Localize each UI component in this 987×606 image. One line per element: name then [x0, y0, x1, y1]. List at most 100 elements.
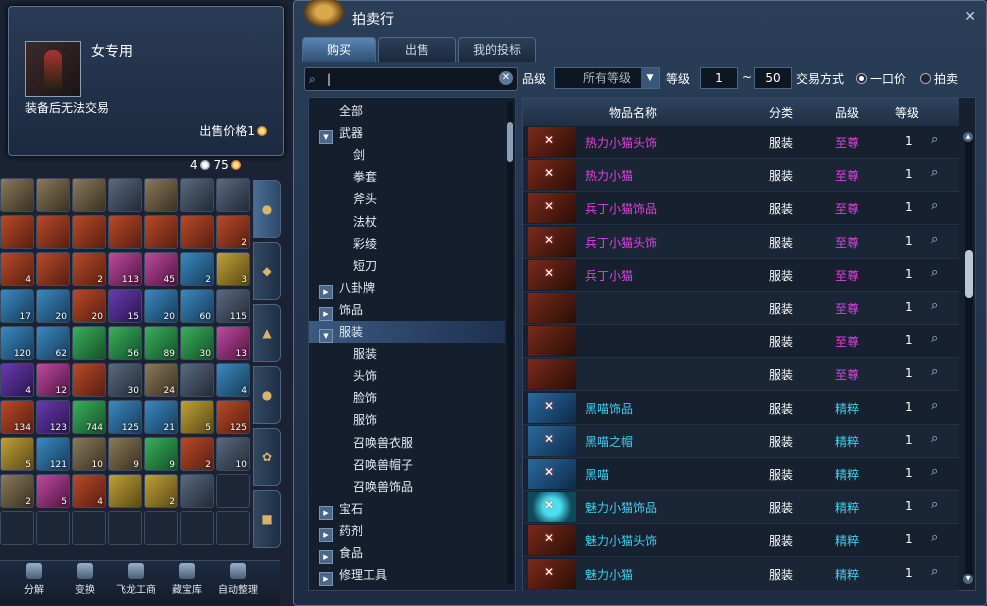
scrollbar-thumb[interactable]: [507, 122, 513, 162]
inventory-slot[interactable]: 744: [72, 400, 106, 434]
table-row[interactable]: 兵丁小猫 服装 至尊 1 ⌕: [523, 258, 959, 292]
table-row[interactable]: 黑喵 服装 精粹 1 ⌕: [523, 458, 959, 491]
bag-tab[interactable]: ●: [253, 180, 281, 238]
inventory-slot[interactable]: 2: [144, 474, 178, 508]
expand-icon[interactable]: ▶: [319, 306, 333, 321]
tree-item[interactable]: 召唤兽帽子: [309, 454, 505, 476]
inventory-slot[interactable]: 134: [0, 400, 34, 434]
inventory-slot-empty[interactable]: [144, 511, 178, 545]
expand-icon[interactable]: ▶: [319, 527, 333, 542]
inventory-slot[interactable]: 2: [0, 474, 34, 508]
table-row[interactable]: 服装 至尊 1 ⌕: [523, 325, 959, 359]
level-min-input[interactable]: 1: [700, 67, 738, 89]
tree-item[interactable]: 拳套: [309, 166, 505, 188]
inventory-slot[interactable]: 125: [216, 400, 250, 434]
inventory-slot[interactable]: 89: [144, 326, 178, 360]
inventory-slot[interactable]: 20: [72, 289, 106, 323]
tree-item[interactable]: 短刀: [309, 255, 505, 277]
table-row[interactable]: 黑喵之帽 服装 精粹 1 ⌕: [523, 424, 959, 458]
inventory-slot[interactable]: [108, 178, 142, 212]
tree-item[interactable]: 召唤兽饰品: [309, 476, 505, 498]
inventory-slot-empty[interactable]: [216, 511, 250, 545]
inventory-slot[interactable]: 9: [144, 437, 178, 471]
tree-scrollbar[interactable]: [507, 102, 513, 584]
tree-item[interactable]: 服饰: [309, 409, 505, 431]
inventory-slot-empty[interactable]: [180, 511, 214, 545]
results-scrollbar[interactable]: [965, 138, 973, 578]
tree-item[interactable]: 头饰: [309, 365, 505, 387]
clear-icon[interactable]: ✕: [499, 71, 513, 85]
inventory-slot[interactable]: [108, 474, 142, 508]
tab-my-bids[interactable]: 我的投标: [458, 37, 536, 62]
close-icon[interactable]: ✕: [964, 9, 976, 25]
table-row[interactable]: 魅力小猫头饰 服装 精粹 1 ⌕: [523, 524, 959, 558]
inventory-slot[interactable]: [36, 252, 70, 286]
bottom-button-1[interactable]: 变换: [65, 563, 105, 596]
inventory-slot[interactable]: 4: [0, 252, 34, 286]
inspect-icon[interactable]: ⌕: [931, 464, 938, 479]
grade-select[interactable]: 所有等级 ▼: [554, 67, 660, 89]
tab-buy[interactable]: 购买: [302, 37, 376, 62]
inventory-slot-empty[interactable]: [108, 511, 142, 545]
search-input[interactable]: [325, 70, 499, 88]
potion-tab[interactable]: ●: [253, 366, 281, 424]
inventory-slot[interactable]: 113: [108, 252, 142, 286]
inventory-slot[interactable]: 20: [36, 289, 70, 323]
table-row[interactable]: 热力小猫头饰 服装 至尊 1 ⌕: [523, 126, 959, 159]
inventory-slot[interactable]: [144, 178, 178, 212]
col-category[interactable]: 分类: [769, 104, 793, 121]
level-max-input[interactable]: 50: [754, 67, 792, 89]
tree-item[interactable]: ▶ 宝石: [309, 498, 505, 520]
inventory-slot[interactable]: [180, 215, 214, 249]
inventory-slot[interactable]: [0, 178, 34, 212]
inventory-slot[interactable]: 115: [216, 289, 250, 323]
scrollbar-thumb[interactable]: [965, 250, 973, 298]
table-row[interactable]: 魅力小猫饰品 服装 精粹 1 ⌕: [523, 491, 959, 525]
tool-tab[interactable]: ▲: [253, 304, 281, 362]
inventory-slot[interactable]: 13: [216, 326, 250, 360]
inventory-slot-empty[interactable]: [72, 511, 106, 545]
inspect-icon[interactable]: ⌕: [931, 331, 938, 346]
inspect-icon[interactable]: ⌕: [931, 364, 938, 379]
tree-item[interactable]: ▶ 修理工具: [309, 564, 505, 587]
weapon-tab[interactable]: ◆: [253, 242, 281, 300]
inventory-slot[interactable]: [108, 215, 142, 249]
inventory-slot[interactable]: 123: [36, 400, 70, 434]
inventory-slot[interactable]: 121: [36, 437, 70, 471]
inventory-slot[interactable]: 2: [216, 215, 250, 249]
inventory-slot[interactable]: [36, 178, 70, 212]
inventory-slot[interactable]: 2: [180, 252, 214, 286]
inventory-slot-empty[interactable]: [36, 511, 70, 545]
inventory-slot-empty[interactable]: [216, 474, 250, 508]
inventory-slot[interactable]: [72, 215, 106, 249]
chest-tab[interactable]: ■: [253, 490, 281, 548]
inventory-slot[interactable]: 30: [180, 326, 214, 360]
tab-sell[interactable]: 出售: [378, 37, 456, 62]
bottom-button-2[interactable]: 飞龙工商: [116, 563, 156, 596]
inventory-slot[interactable]: [180, 474, 214, 508]
inventory-slot[interactable]: 62: [36, 326, 70, 360]
inventory-slot[interactable]: 5: [0, 437, 34, 471]
table-row[interactable]: 服装 至尊 1 ⌕: [523, 292, 959, 325]
col-level[interactable]: 等级: [895, 104, 919, 121]
bottom-button-3[interactable]: 藏宝库: [167, 563, 207, 596]
tree-item[interactable]: 斧头: [309, 188, 505, 210]
tree-item[interactable]: 彩绫: [309, 233, 505, 255]
tree-item[interactable]: ▶ 饰品: [309, 299, 505, 321]
inventory-slot[interactable]: 30: [108, 363, 142, 397]
inspect-icon[interactable]: ⌕: [931, 298, 938, 313]
inventory-slot[interactable]: 21: [144, 400, 178, 434]
table-row[interactable]: 兵丁小猫头饰 服装 至尊 1 ⌕: [523, 225, 959, 259]
inventory-slot[interactable]: 5: [180, 400, 214, 434]
inspect-icon[interactable]: ⌕: [931, 564, 938, 579]
col-item-name[interactable]: 物品名称: [609, 104, 657, 121]
inventory-slot[interactable]: 17: [0, 289, 34, 323]
tree-item[interactable]: 召唤兽衣服: [309, 432, 505, 454]
collapse-icon[interactable]: ▼: [319, 130, 333, 145]
tree-item[interactable]: 法杖: [309, 211, 505, 233]
tree-item[interactable]: ▶ 药剂: [309, 520, 505, 542]
inventory-slot[interactable]: [72, 178, 106, 212]
radio-auction[interactable]: 拍卖: [920, 70, 958, 87]
inventory-slot[interactable]: 60: [180, 289, 214, 323]
collapse-icon[interactable]: ▼: [319, 329, 333, 343]
